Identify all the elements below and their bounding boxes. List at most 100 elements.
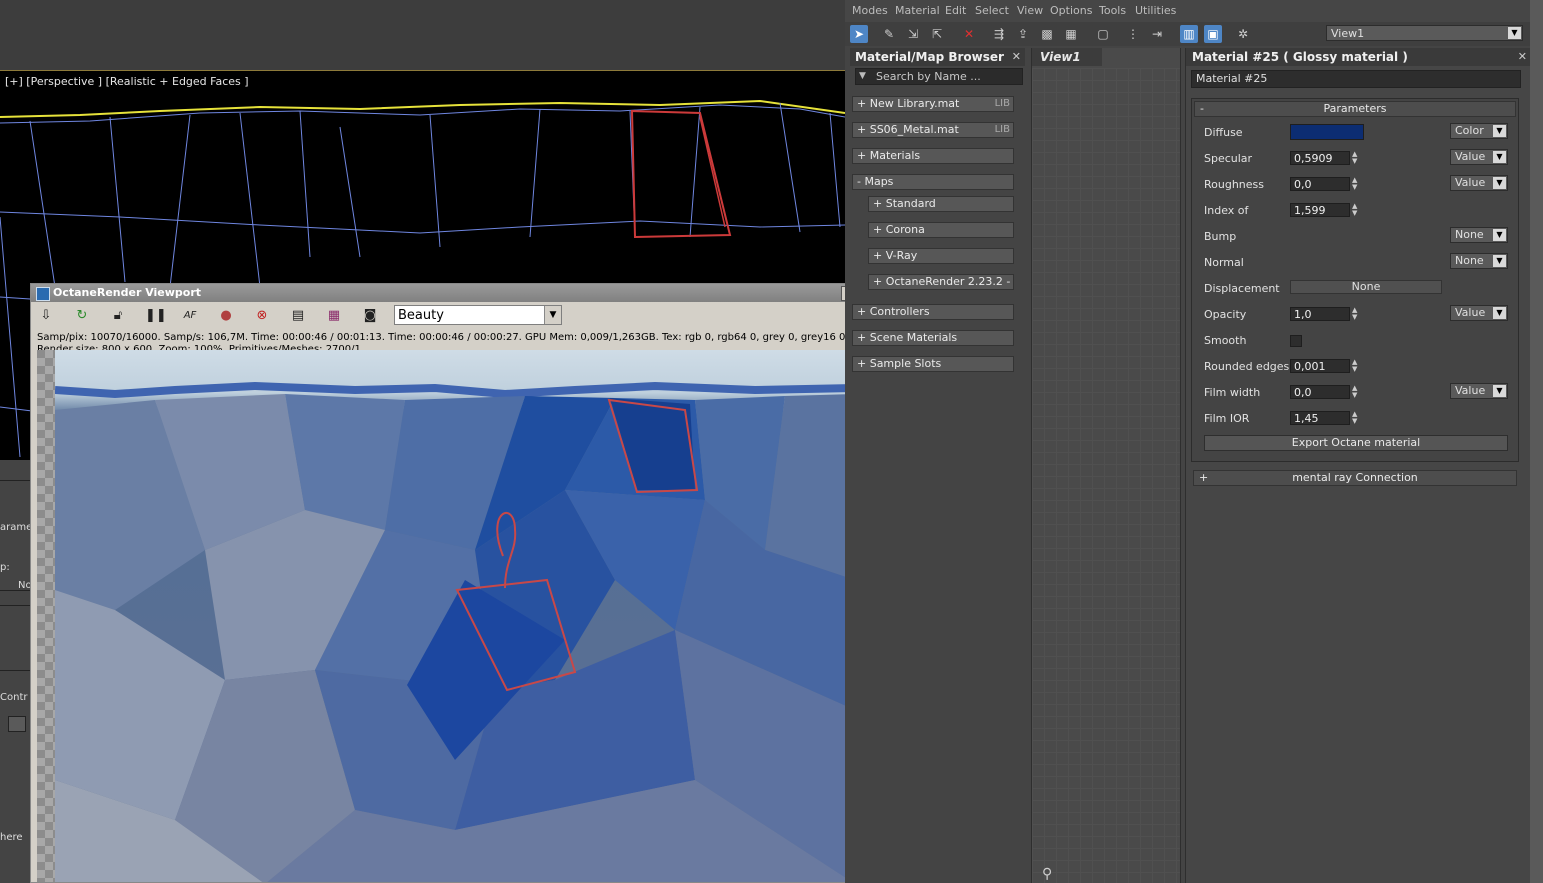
clear-icon[interactable]: ⊗: [253, 307, 271, 325]
chevron-down-icon[interactable]: ▼: [1508, 27, 1521, 39]
camera-icon[interactable]: ◙: [361, 307, 379, 325]
save-icon[interactable]: ⇩: [37, 307, 55, 325]
opacity-spinner[interactable]: 1,0: [1290, 307, 1350, 321]
layout-children-icon[interactable]: ⇥: [1148, 25, 1166, 43]
menu-utilities[interactable]: Utilities: [1135, 4, 1176, 17]
tab-view1[interactable]: View1: [1032, 48, 1102, 66]
film-width-spinner[interactable]: 0,0: [1290, 385, 1350, 399]
export-octane-material-button[interactable]: Export Octane material: [1204, 435, 1508, 451]
search-input[interactable]: ▼ Search by Name ...: [855, 68, 1023, 85]
layout-icon[interactable]: ⋮: [1124, 25, 1142, 43]
show-map-icon[interactable]: ▩: [1038, 25, 1056, 43]
region-icon[interactable]: ▦: [325, 307, 343, 325]
film-ior-spinner[interactable]: 1,45: [1290, 411, 1350, 425]
spinner-arrows-icon[interactable]: ▲ ▼: [1352, 359, 1360, 373]
navigator-icon[interactable]: ⚲: [1042, 866, 1052, 882]
filter-icon[interactable]: ▼: [859, 71, 866, 81]
browser-group-materials[interactable]: + Materials: [852, 148, 1014, 164]
editor-scrollbar[interactable]: [1530, 0, 1543, 883]
refresh-icon[interactable]: ↻: [73, 307, 91, 325]
put-to-scene-icon[interactable]: ⇲: [904, 25, 922, 43]
lock-icon[interactable]: 🔓︎: [109, 307, 127, 325]
roughness-mode-select[interactable]: Value ▼: [1450, 175, 1508, 191]
close-icon[interactable]: ✕: [1012, 48, 1021, 66]
expand-icon: +: [1199, 471, 1209, 484]
pause-icon[interactable]: ❚❚: [145, 307, 167, 325]
normal-mode-select[interactable]: None ▼: [1450, 253, 1508, 269]
select-by-material-icon[interactable]: ✲: [1234, 25, 1252, 43]
menu-material[interactable]: Material: [895, 4, 940, 17]
chevron-down-icon[interactable]: ▼: [1493, 255, 1506, 267]
browser-group-scene-materials[interactable]: + Scene Materials: [852, 330, 1014, 346]
af-icon[interactable]: AF: [181, 307, 199, 325]
background-icon[interactable]: ▦: [1062, 25, 1080, 43]
film-width-mode-select[interactable]: Value ▼: [1450, 383, 1508, 399]
hide-unused-icon[interactable]: ⇪: [1014, 25, 1032, 43]
material-map-browser: Material/Map Browser ✕ ▼ Search by Name …: [850, 48, 1025, 883]
parameters-rollout-header[interactable]: - Parameters: [1194, 101, 1516, 117]
bump-mode-select[interactable]: None ▼: [1450, 227, 1508, 243]
menu-view[interactable]: View: [1017, 4, 1043, 17]
browser-group-maps[interactable]: - Maps: [852, 174, 1014, 190]
spinner-arrows-icon[interactable]: ▲ ▼: [1352, 203, 1360, 217]
menu-select[interactable]: Select: [975, 4, 1009, 17]
chevron-down-icon[interactable]: ▼: [1493, 385, 1506, 397]
browser-group-controllers[interactable]: + Controllers: [852, 304, 1014, 320]
chevron-down-icon[interactable]: ▼: [544, 306, 561, 324]
dropdown[interactable]: [8, 716, 26, 732]
menu-tools[interactable]: Tools: [1099, 4, 1126, 17]
browser-item-label: + Corona: [873, 223, 925, 236]
chevron-down-icon[interactable]: ▼: [1493, 229, 1506, 241]
pick-material-icon[interactable]: ✎: [880, 25, 898, 43]
render-image[interactable]: [55, 350, 855, 882]
node-view-grid[interactable]: [1032, 68, 1180, 883]
chevron-down-icon[interactable]: ▼: [1493, 125, 1506, 137]
move-children-icon[interactable]: ⇶: [990, 25, 1008, 43]
smooth-checkbox[interactable]: [1290, 335, 1302, 347]
spinner-arrows-icon[interactable]: ▲ ▼: [1352, 151, 1360, 165]
browser-group-sample-slots[interactable]: + Sample Slots: [852, 356, 1014, 372]
mental-ray-rollout-header[interactable]: + mental ray Connection: [1193, 470, 1517, 486]
browser-subgroup-corona[interactable]: + Corona: [868, 222, 1014, 238]
spinner-arrows-icon[interactable]: ▲ ▼: [1352, 307, 1360, 321]
specular-mode-select[interactable]: Value ▼: [1450, 149, 1508, 165]
zoom-extents-icon[interactable]: ▢: [1094, 25, 1112, 43]
menu-modes[interactable]: Modes: [852, 4, 888, 17]
browser-group-new-library[interactable]: + New Library.mat LIB: [852, 96, 1014, 112]
chevron-down-icon[interactable]: ▼: [1493, 151, 1506, 163]
menu-options[interactable]: Options: [1050, 4, 1092, 17]
material-browser-toggle-icon[interactable]: ▥: [1180, 25, 1198, 43]
opacity-mode-select[interactable]: Value ▼: [1450, 305, 1508, 321]
spinner-arrows-icon[interactable]: ▲ ▼: [1352, 177, 1360, 191]
spinner-arrows-icon[interactable]: ▲ ▼: [1352, 411, 1360, 425]
browser-subgroup-octane[interactable]: + OctaneRender 2.23.2 - ...: [868, 274, 1014, 290]
delete-icon[interactable]: ✕: [960, 25, 978, 43]
select-tool-icon[interactable]: ➤: [850, 25, 868, 43]
browser-group-ss06-metal[interactable]: + SS06_Metal.mat LIB: [852, 122, 1014, 138]
browser-subgroup-vray[interactable]: + V-Ray: [868, 248, 1014, 264]
chevron-down-icon[interactable]: ▼: [1493, 177, 1506, 189]
menu-edit[interactable]: Edit: [945, 4, 966, 17]
specular-spinner[interactable]: 0,5909: [1290, 151, 1350, 165]
display-icon[interactable]: ▤: [289, 307, 307, 325]
octane-viewport-window[interactable]: OctaneRender Viewport _ □ ✕ ⇩ ↻ 🔓︎ ❚❚ AF…: [30, 283, 896, 883]
close-icon[interactable]: ✕: [1518, 48, 1527, 66]
render-pass-select[interactable]: Beauty ▼: [394, 305, 562, 325]
diffuse-color-swatch[interactable]: [1290, 124, 1364, 140]
assign-material-icon[interactable]: ⇱: [928, 25, 946, 43]
index-spinner[interactable]: 1,599: [1290, 203, 1350, 217]
chevron-down-icon[interactable]: ▼: [1493, 307, 1506, 319]
octane-title-bar[interactable]: OctaneRender Viewport _ □ ✕: [31, 284, 895, 302]
view-select[interactable]: View1 ▼: [1326, 25, 1523, 41]
parameter-editor-toggle-icon[interactable]: ▣: [1204, 25, 1222, 43]
browser-subgroup-standard[interactable]: + Standard: [868, 196, 1014, 212]
color-picker-icon[interactable]: ●: [217, 307, 235, 325]
roughness-spinner[interactable]: 0,0: [1290, 177, 1350, 191]
panel-text: Contr: [0, 692, 28, 703]
material-name-field[interactable]: Material #25: [1191, 70, 1521, 88]
diffuse-mode-select[interactable]: Color ▼: [1450, 123, 1508, 139]
opacity-mode-value: Value: [1455, 306, 1486, 319]
displacement-map-button[interactable]: None: [1290, 280, 1442, 294]
spinner-arrows-icon[interactable]: ▲ ▼: [1352, 385, 1360, 399]
rounded-edges-spinner[interactable]: 0,001: [1290, 359, 1350, 373]
